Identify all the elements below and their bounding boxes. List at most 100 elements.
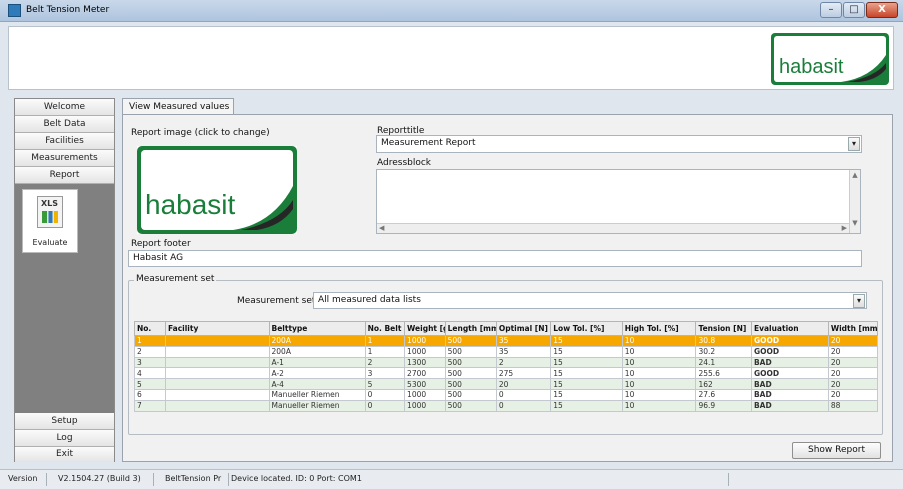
maximize-icon: □ — [849, 4, 859, 15]
cell-no-belt: 5 — [364, 378, 406, 390]
cell-weight: 1300 — [404, 356, 446, 369]
cell-width: 20 — [827, 378, 879, 390]
column-header-width[interactable]: Width [mm — [827, 321, 879, 336]
column-header-no[interactable]: No. — [134, 321, 166, 336]
table-row[interactable]: 3 A-1 2 1300 500 2 15 10 24.1 BAD 20 — [134, 356, 879, 369]
maximize-button[interactable]: □ — [843, 2, 865, 18]
cell-weight: 5300 — [404, 378, 446, 390]
status-separator — [728, 473, 729, 486]
sidebar-item-belt-data[interactable]: Belt Data — [15, 116, 114, 133]
cell-no-belt: 0 — [364, 388, 406, 401]
report-footer-label: Report footer — [131, 239, 191, 249]
address-block-textarea[interactable]: ▲ ▼ ◀ ▶ — [376, 169, 861, 234]
cell-low-tol: 15 — [550, 356, 623, 369]
cell-no: 1 — [134, 335, 166, 347]
sidebar: Welcome Belt Data Facilities Measurement… — [14, 98, 115, 462]
scroll-left-icon[interactable]: ◀ — [379, 224, 384, 232]
column-header-belttype[interactable]: Belttype — [268, 321, 366, 336]
cell-facility — [164, 399, 270, 412]
minimize-button[interactable]: – — [820, 2, 842, 18]
cell-belttype: Manueller Riemen — [268, 399, 366, 412]
cell-length: 500 — [444, 356, 497, 369]
sidebar-item-facilities[interactable]: Facilities — [15, 133, 114, 150]
sidebar-item-log[interactable]: Log — [15, 430, 114, 447]
table-row[interactable]: 2 200A 1 1000 500 35 15 10 30.2 GOOD 20 — [134, 345, 879, 358]
scroll-down-icon[interactable]: ▼ — [850, 219, 860, 227]
cell-length: 500 — [444, 388, 497, 401]
column-header-evaluation[interactable]: Evaluation — [750, 321, 829, 336]
column-header-no-belt[interactable]: No. Belt — [364, 321, 406, 336]
cell-tension: 255.6 — [695, 367, 752, 380]
status-separator — [228, 473, 229, 486]
cell-tension: 30.2 — [695, 345, 752, 358]
cell-no: 3 — [134, 356, 166, 369]
cell-tension: 24.1 — [695, 356, 752, 369]
address-vertical-scrollbar[interactable]: ▲ ▼ — [849, 170, 860, 233]
app-icon — [8, 4, 21, 17]
column-header-length[interactable]: Length [mm] — [444, 321, 497, 336]
close-button[interactable]: X — [866, 2, 898, 18]
minimize-icon: – — [828, 4, 834, 15]
cell-no: 6 — [134, 388, 166, 401]
cell-weight: 1000 — [404, 335, 446, 347]
report-image-label: Report image (click to change) — [131, 128, 270, 138]
report-title-select[interactable]: Measurement Report ▾ — [376, 135, 862, 153]
cell-facility — [164, 335, 270, 347]
column-header-weight[interactable]: Weight [g/m — [404, 321, 446, 336]
cell-facility — [164, 345, 270, 358]
status-bar: Version V2.1504.27 (Build 3) BeltTension… — [0, 469, 903, 489]
habasit-logo: habasit — [771, 33, 889, 85]
cell-no: 5 — [134, 378, 166, 390]
chevron-down-icon[interactable]: ▾ — [848, 137, 860, 151]
chart-icon — [42, 211, 58, 223]
cell-high-tol: 10 — [621, 345, 697, 358]
sidebar-item-welcome[interactable]: Welcome — [15, 99, 114, 116]
address-horizontal-scrollbar[interactable]: ◀ ▶ — [377, 223, 849, 233]
cell-no-belt: 0 — [364, 399, 406, 412]
evaluate-button[interactable]: XLS Evaluate — [22, 189, 78, 253]
cell-width: 20 — [827, 388, 879, 401]
sidebar-item-measurements[interactable]: Measurements — [15, 150, 114, 167]
table-row[interactable]: 1 200A 1 1000 500 35 15 10 30.8 GOOD 20 — [134, 335, 879, 347]
cell-belttype: 200A — [268, 335, 366, 347]
table-row[interactable]: 4 A-2 3 2700 500 275 15 10 255.6 GOOD 20 — [134, 367, 879, 380]
cell-high-tol: 10 — [621, 356, 697, 369]
cell-optimal: 20 — [495, 378, 552, 390]
sidebar-item-exit[interactable]: Exit — [15, 447, 114, 462]
cell-belttype: A-1 — [268, 356, 366, 369]
column-header-low-tol[interactable]: Low Tol. [%] — [550, 321, 623, 336]
cell-tension: 30.8 — [695, 335, 752, 347]
report-image[interactable]: habasit — [137, 146, 297, 234]
cell-optimal: 35 — [495, 345, 552, 358]
table-row[interactable]: 6 Manueller Riemen 0 1000 500 0 15 10 27… — [134, 388, 879, 401]
measurements-table: No. Facility Belttype No. Belt Weight [g… — [134, 321, 879, 412]
scroll-right-icon[interactable]: ▶ — [842, 224, 847, 232]
sidebar-item-setup[interactable]: Setup — [15, 413, 114, 430]
report-footer-value: Habasit AG — [133, 253, 184, 263]
cell-no: 2 — [134, 345, 166, 358]
cell-optimal: 0 — [495, 399, 552, 412]
app-short-name: BeltTension Pr — [165, 474, 222, 483]
report-footer-input[interactable]: Habasit AG — [128, 250, 862, 267]
measurement-set-select[interactable]: All measured data lists ▾ — [313, 292, 867, 309]
cell-width: 20 — [827, 356, 879, 369]
column-header-tension[interactable]: Tension [N] — [695, 321, 752, 336]
table-row[interactable]: 7 Manueller Riemen 0 1000 500 0 15 10 96… — [134, 399, 879, 412]
table-row[interactable]: 5 A-4 5 5300 500 20 15 10 162 BAD 20 — [134, 378, 879, 390]
scroll-up-icon[interactable]: ▲ — [850, 171, 860, 179]
measurement-set-group-label: Measurement set — [134, 274, 217, 284]
cell-width: 88 — [827, 399, 879, 412]
header-logo-text: habasit — [779, 56, 844, 78]
cell-no-belt: 1 — [364, 345, 406, 358]
chevron-down-icon[interactable]: ▾ — [853, 294, 865, 308]
column-header-facility[interactable]: Facility — [164, 321, 270, 336]
cell-facility — [164, 388, 270, 401]
sidebar-item-report[interactable]: Report — [15, 167, 114, 184]
column-header-optimal[interactable]: Optimal [N] — [495, 321, 552, 336]
tab-view-measured-values[interactable]: View Measured values — [122, 98, 234, 115]
show-report-button[interactable]: Show Report — [792, 442, 881, 459]
measurement-set-value: All measured data lists — [318, 295, 421, 305]
cell-low-tol: 15 — [550, 335, 623, 347]
cell-tension: 96.9 — [695, 399, 752, 412]
column-header-high-tol[interactable]: High Tol. [%] — [621, 321, 697, 336]
